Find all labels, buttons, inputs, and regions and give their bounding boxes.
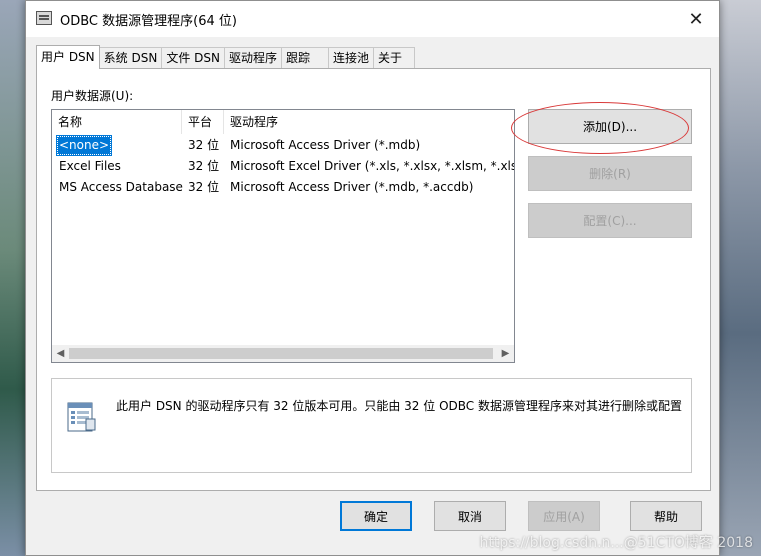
horizontal-scrollbar[interactable]: ◀ ▶ <box>52 345 514 362</box>
tab-drivers[interactable]: 驱动程序 <box>223 47 282 69</box>
tab-tracing[interactable]: 跟踪 <box>280 47 329 69</box>
configure-button[interactable]: 配置(C)... <box>528 203 692 238</box>
row-name: Excel Files <box>59 159 121 173</box>
column-header-platform[interactable]: 平台 <box>182 110 224 134</box>
table-row[interactable]: <none> 32 位 Microsoft Access Driver (*.m… <box>52 135 514 156</box>
tab-system-dsn[interactable]: 系统 DSN <box>98 47 163 69</box>
row-name: MS Access Database <box>59 180 183 194</box>
row-platform: 32 位 <box>188 180 220 194</box>
tab-strip: 用户 DSN 系统 DSN 文件 DSN 驱动程序 跟踪 连接池 关于 <box>36 45 415 69</box>
scroll-right-icon[interactable]: ▶ <box>497 345 514 362</box>
row-driver: Microsoft Access Driver (*.mdb) <box>230 138 421 152</box>
scroll-left-icon[interactable]: ◀ <box>52 345 69 362</box>
row-driver: Microsoft Access Driver (*.mdb, *.accdb) <box>230 180 474 194</box>
window-title: ODBC 数据源管理程序(64 位) <box>60 14 237 29</box>
tab-about[interactable]: 关于 <box>373 47 415 69</box>
close-button[interactable]: ✕ <box>673 1 719 37</box>
remove-button[interactable]: 删除(R) <box>528 156 692 191</box>
cancel-button[interactable]: 取消 <box>434 501 506 531</box>
row-platform: 32 位 <box>188 159 220 173</box>
user-data-sources-label: 用户数据源(U): <box>51 89 134 103</box>
row-platform: 32 位 <box>188 138 220 152</box>
list-header: 名称 平台 驱动程序 <box>52 110 514 134</box>
column-header-driver[interactable]: 驱动程序 <box>224 110 514 134</box>
info-box: 此用户 DSN 的驱动程序只有 32 位版本可用。只能由 32 位 ODBC 数… <box>51 378 692 473</box>
row-name: <none> <box>56 135 113 156</box>
column-header-name[interactable]: 名称 <box>52 110 182 134</box>
user-dsn-list[interactable]: 名称 平台 驱动程序 <none> 32 位 Microsoft Access … <box>51 109 515 363</box>
add-button[interactable]: 添加(D)... <box>528 109 692 144</box>
row-driver: Microsoft Excel Driver (*.xls, *.xlsx, *… <box>230 159 515 173</box>
tab-connection-pooling[interactable]: 连接池 <box>327 47 374 69</box>
title-bar: ODBC 数据源管理程序(64 位) ✕ <box>26 1 719 37</box>
tab-user-dsn[interactable]: 用户 DSN <box>36 45 100 69</box>
datasource-info-icon <box>67 402 96 432</box>
scrollbar-thumb[interactable] <box>69 348 493 359</box>
odbc-app-icon <box>36 11 52 25</box>
watermark-text: https://blog.csdn.n...@51CTO博客 2018 <box>479 535 753 551</box>
tab-file-dsn[interactable]: 文件 DSN <box>161 47 225 69</box>
desktop-background-right <box>718 0 761 556</box>
info-message: 此用户 DSN 的驱动程序只有 32 位版本可用。只能由 32 位 ODBC 数… <box>116 399 682 413</box>
ok-button[interactable]: 确定 <box>340 501 412 531</box>
apply-button[interactable]: 应用(A) <box>528 501 600 531</box>
user-dsn-panel: 用户数据源(U): 名称 平台 驱动程序 <none> 32 位 Microso… <box>36 68 711 491</box>
odbc-dialog: ODBC 数据源管理程序(64 位) ✕ 用户 DSN 系统 DSN 文件 DS… <box>25 0 720 556</box>
table-row[interactable]: Excel Files 32 位 Microsoft Excel Driver … <box>52 156 514 177</box>
table-row[interactable]: MS Access Database 32 位 Microsoft Access… <box>52 177 514 198</box>
help-button[interactable]: 帮助 <box>630 501 702 531</box>
